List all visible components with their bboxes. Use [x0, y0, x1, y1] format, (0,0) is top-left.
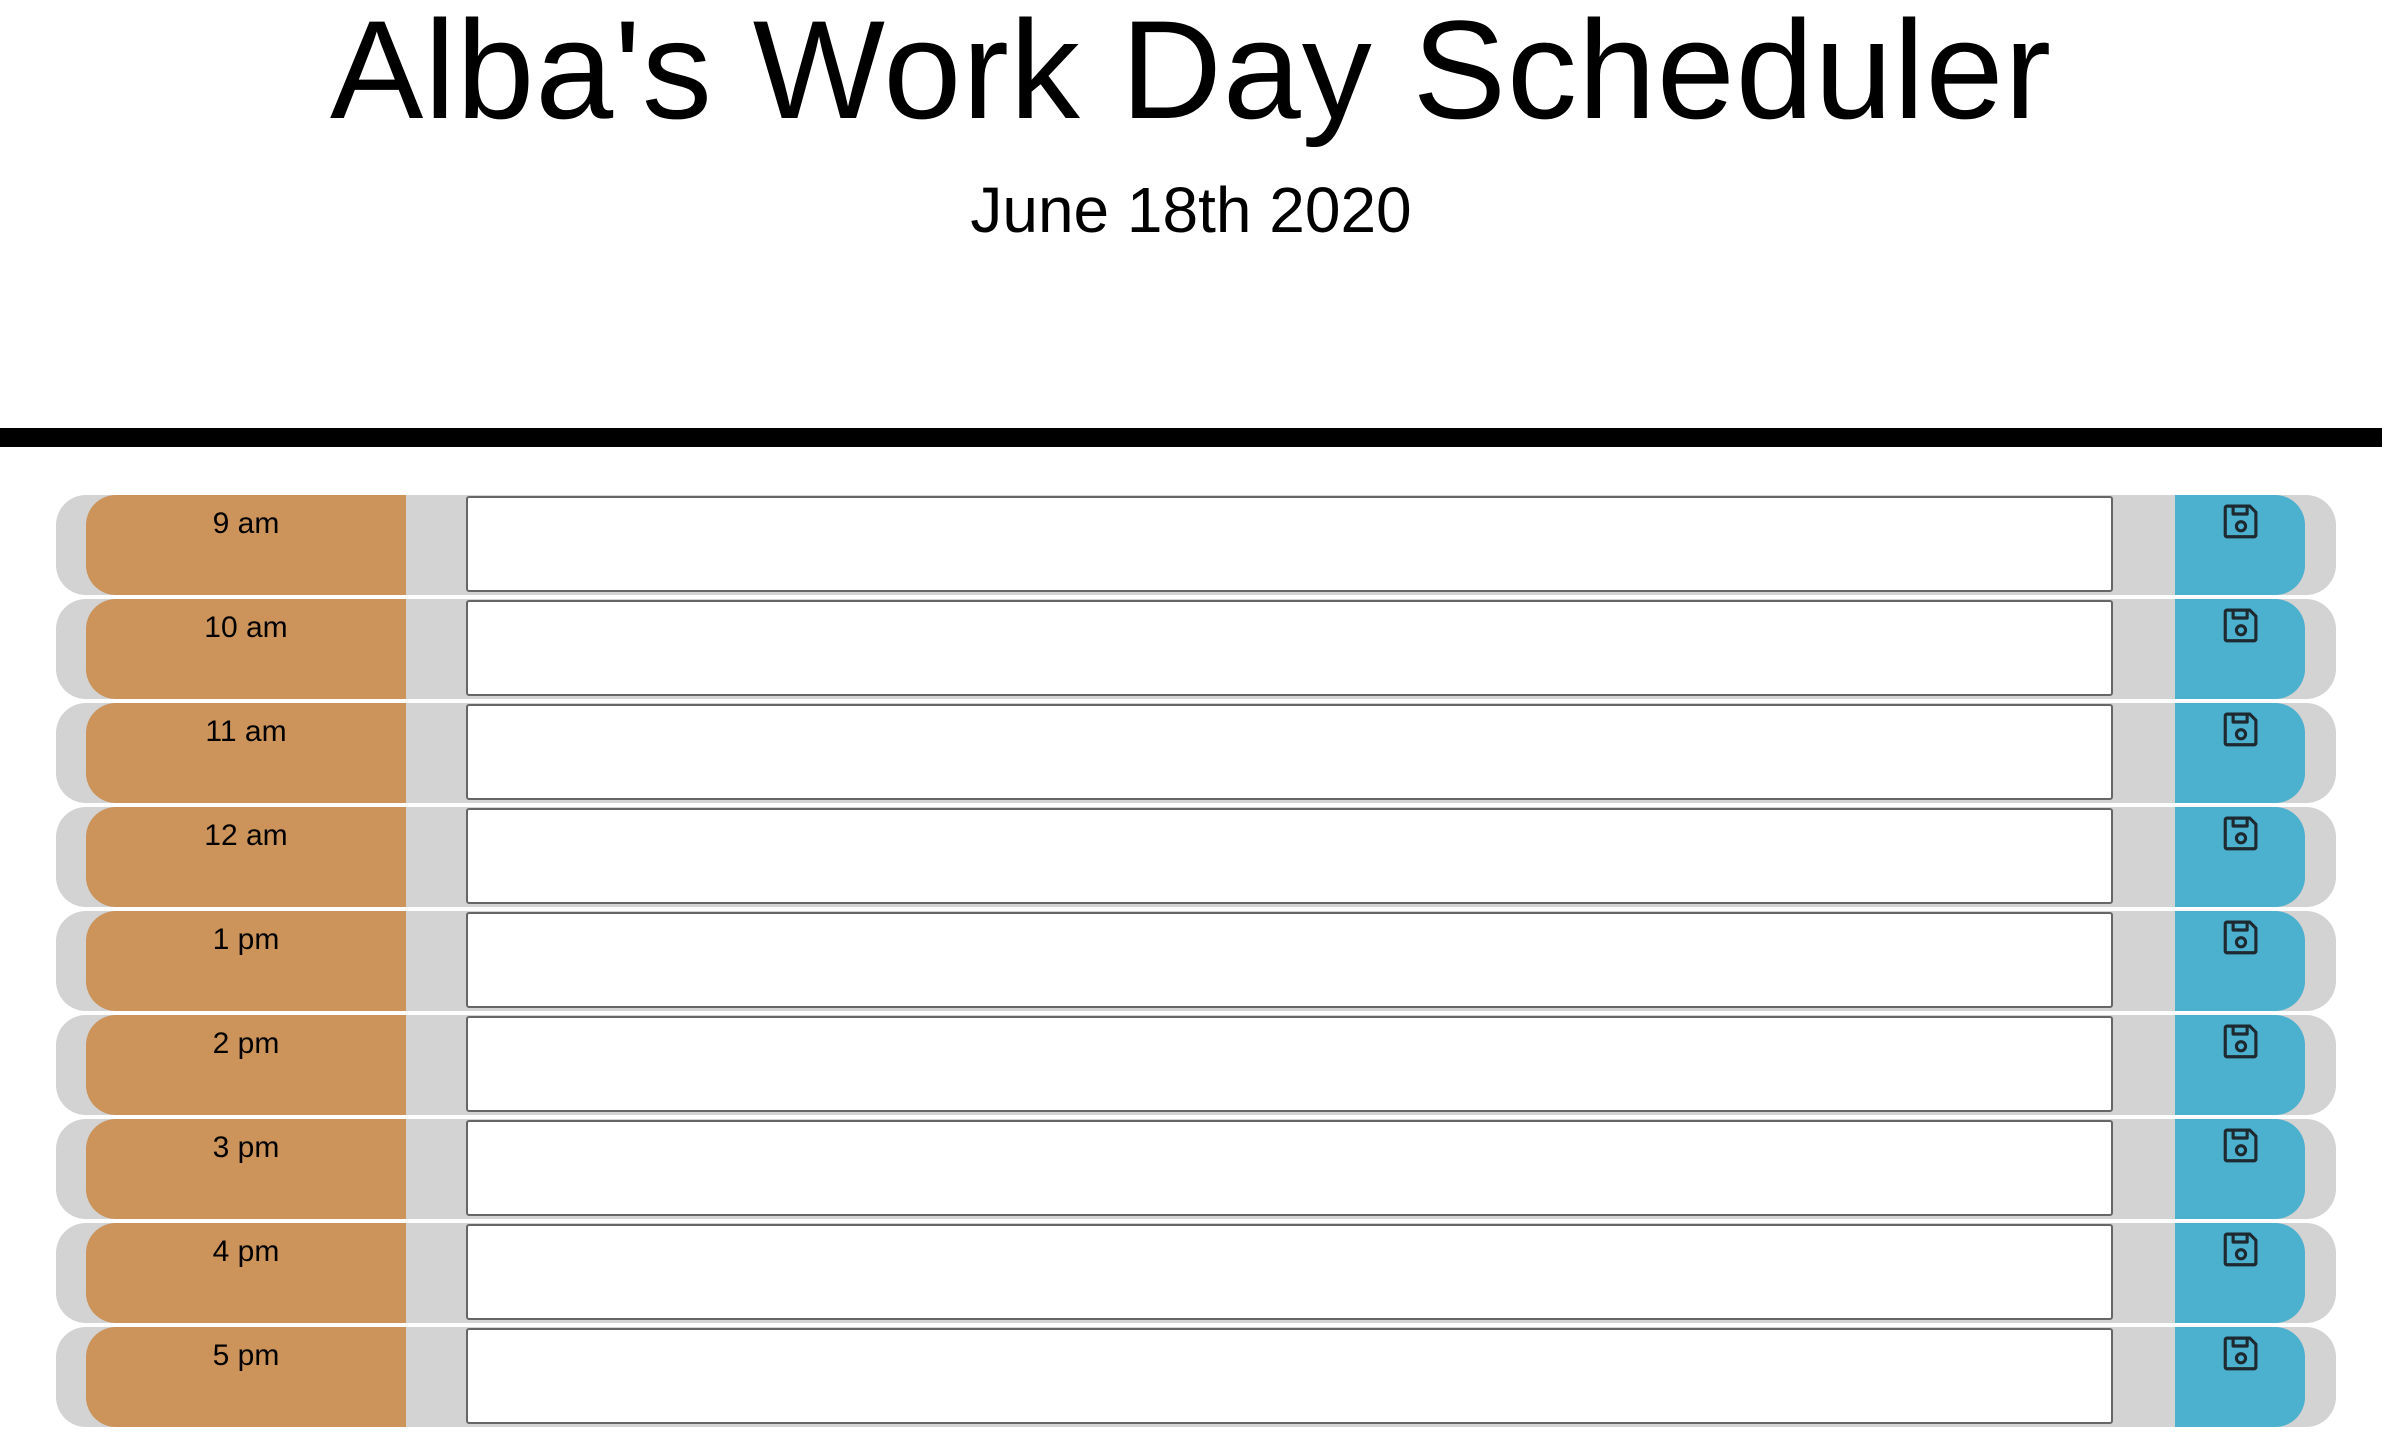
task-input[interactable]	[466, 600, 2113, 696]
save-button[interactable]	[2175, 1327, 2305, 1427]
current-date: June 18th 2020	[970, 174, 1412, 246]
hour-label: 1 pm	[86, 911, 406, 1011]
time-block-row: 5 pm	[56, 1327, 2336, 1427]
hour-label: 11 am	[86, 703, 406, 803]
hour-label: 12 am	[86, 807, 406, 907]
time-block-row: 12 am	[56, 807, 2336, 907]
page-header: Alba's Work Day Scheduler June 18th 2020	[0, 0, 2382, 447]
hour-label: 4 pm	[86, 1223, 406, 1323]
task-input[interactable]	[466, 912, 2113, 1008]
save-button[interactable]	[2175, 807, 2305, 907]
save-button[interactable]	[2175, 911, 2305, 1011]
task-input[interactable]	[466, 808, 2113, 904]
task-input[interactable]	[466, 1224, 2113, 1320]
time-block-row: 3 pm	[56, 1119, 2336, 1219]
save-button[interactable]	[2175, 1015, 2305, 1115]
save-button[interactable]	[2175, 1119, 2305, 1219]
hour-label: 5 pm	[86, 1327, 406, 1427]
time-block-row: 1 pm	[56, 911, 2336, 1011]
time-block-row: 2 pm	[56, 1015, 2336, 1115]
hour-label: 10 am	[86, 599, 406, 699]
time-block-row: 11 am	[56, 703, 2336, 803]
save-button[interactable]	[2175, 703, 2305, 803]
task-input[interactable]	[466, 1016, 2113, 1112]
task-input[interactable]	[466, 496, 2113, 592]
hour-label: 9 am	[86, 495, 406, 595]
time-block-row: 10 am	[56, 599, 2336, 699]
save-button[interactable]	[2175, 1223, 2305, 1323]
save-button[interactable]	[2175, 495, 2305, 595]
page-title: Alba's Work Day Scheduler	[329, 0, 2053, 148]
task-input[interactable]	[466, 1120, 2113, 1216]
task-input[interactable]	[466, 704, 2113, 800]
save-button[interactable]	[2175, 599, 2305, 699]
time-block-list: 9 am 10 am 11 am 12 am 1 pm 2 pm 3 pm 4 pm 5 pm	[56, 495, 2336, 1431]
hour-label: 3 pm	[86, 1119, 406, 1219]
hour-label: 2 pm	[86, 1015, 406, 1115]
time-block-row: 4 pm	[56, 1223, 2336, 1323]
task-input[interactable]	[466, 1328, 2113, 1424]
time-block-row: 9 am	[56, 495, 2336, 595]
